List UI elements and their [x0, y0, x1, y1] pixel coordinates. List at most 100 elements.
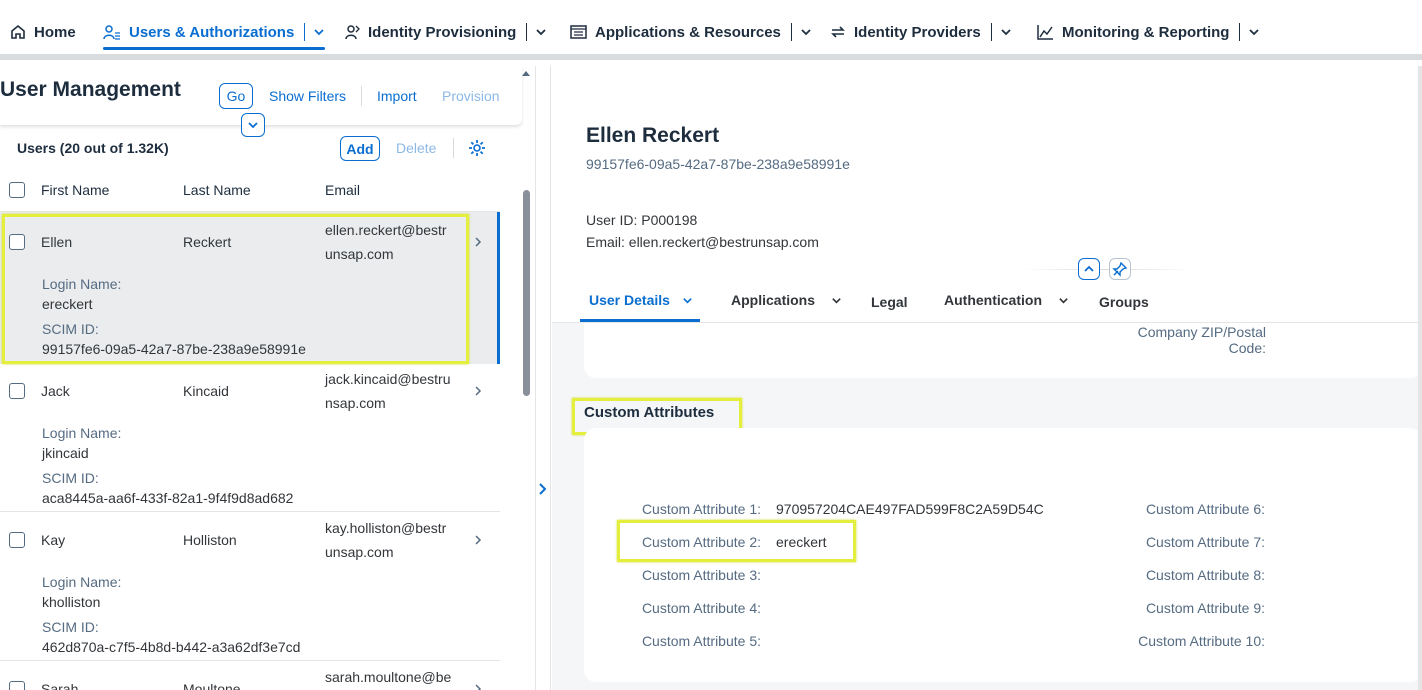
- tab-authentication[interactable]: Authentication: [944, 292, 1069, 308]
- email-line-1: jack.kincaid@bestru: [325, 371, 451, 387]
- nav-separator: [526, 23, 528, 41]
- nav-separator: [1239, 23, 1241, 41]
- custom-attribute-9-label: Custom Attribute 9:: [1145, 600, 1265, 616]
- login-name-value: jkincaid: [42, 445, 89, 461]
- column-header-first-name[interactable]: First Name: [41, 182, 109, 198]
- nav-providers-label: Identity Providers: [854, 23, 981, 41]
- chevron-right-icon[interactable]: [474, 533, 482, 551]
- login-name-value: kholliston: [42, 594, 101, 610]
- import-button[interactable]: Import: [377, 88, 417, 104]
- application-icon: [570, 24, 587, 40]
- zip-label-line-2: Code:: [1228, 340, 1266, 356]
- sync-icon: [830, 24, 846, 40]
- select-all-checkbox[interactable]: [9, 182, 25, 198]
- nav-home[interactable]: Home: [10, 14, 76, 50]
- user-name-heading: Ellen Reckert: [586, 124, 720, 147]
- first-name-cell: Sarah: [41, 681, 79, 690]
- column-header-last-name[interactable]: Last Name: [183, 182, 251, 198]
- provision-button[interactable]: Provision: [442, 88, 500, 104]
- chevron-down-icon: [1059, 297, 1068, 304]
- email-line-1: kay.holliston@bestr: [325, 520, 447, 536]
- nav-users-label: Users & Authorizations: [129, 23, 295, 41]
- nav-separator: [304, 23, 306, 41]
- top-navigation-bar: Home Users & Authorizations Identity Pro…: [0, 0, 1422, 60]
- column-header-email[interactable]: Email: [325, 182, 360, 198]
- nav-provisioning-label: Identity Provisioning: [368, 23, 517, 41]
- row-checkbox[interactable]: [9, 532, 25, 548]
- custom-attribute-7-label: Custom Attribute 7:: [1145, 534, 1265, 550]
- user-list-icon: [103, 24, 121, 40]
- tab-label: Authentication: [944, 292, 1042, 308]
- show-filters-button[interactable]: Show Filters: [269, 88, 346, 104]
- login-name-label: Login Name:: [42, 425, 122, 441]
- chevron-down-icon[interactable]: [313, 26, 325, 38]
- first-name-cell: Jack: [41, 383, 70, 399]
- email-cell: jack.kincaid@bestru nsap.com: [325, 367, 451, 415]
- zip-label-line-1: Company ZIP/Postal: [1137, 324, 1266, 340]
- nav-identity-provisioning[interactable]: Identity Provisioning: [344, 14, 547, 50]
- chevron-down-icon: [248, 122, 258, 129]
- highlight-annotation: [2, 214, 469, 364]
- add-user-button[interactable]: Add: [340, 136, 380, 161]
- window-edge-scrollbar: [1418, 66, 1422, 690]
- settings-gear-icon[interactable]: [468, 139, 486, 162]
- user-details-pane: Ellen Reckert 99157fe6-09a5-42a7-87be-23…: [552, 66, 1422, 690]
- tab-label: User Details: [589, 292, 670, 308]
- divider: [0, 660, 500, 661]
- detail-tabs: User Details Applications Legal Authenti…: [552, 272, 1422, 323]
- scim-id-label: SCIM ID:: [42, 470, 99, 486]
- last-name-cell: Moultone: [183, 681, 241, 690]
- go-button[interactable]: Go: [219, 83, 253, 109]
- chevron-down-icon[interactable]: [800, 26, 812, 38]
- tab-user-details[interactable]: User Details: [589, 292, 693, 308]
- tab-groups[interactable]: Groups: [1099, 294, 1149, 310]
- email-line-2: unsap.com: [325, 544, 394, 560]
- users-table-title: Users (20 out of 1.32K): [17, 140, 169, 156]
- toolbar-separator: [361, 86, 362, 106]
- divider: [0, 511, 500, 512]
- chevron-right-icon[interactable]: [474, 682, 482, 690]
- scroll-up-arrow-icon: [522, 71, 530, 76]
- login-name-block: Login Name: jkincaid SCIM ID: aca8445a-a…: [42, 423, 293, 508]
- nav-monitoring-reporting[interactable]: Monitoring & Reporting: [1037, 14, 1260, 50]
- chevron-right-icon[interactable]: [474, 235, 482, 253]
- custom-attribute-6-label: Custom Attribute 6:: [1145, 501, 1265, 517]
- nav-home-label: Home: [34, 23, 76, 41]
- user-email-text: Email: ellen.reckert@bestrunsap.com: [586, 234, 819, 250]
- company-info-card: [584, 323, 1422, 378]
- nav-separator: [790, 23, 792, 41]
- row-checkbox[interactable]: [9, 681, 25, 690]
- custom-attribute-10-label: Custom Attribute 10:: [1138, 633, 1265, 649]
- chevron-down-icon[interactable]: [1000, 26, 1012, 38]
- chevron-right-icon[interactable]: [474, 384, 482, 402]
- nav-users-authorizations[interactable]: Users & Authorizations: [103, 14, 326, 50]
- row-checkbox[interactable]: [9, 383, 25, 399]
- email-cell: sarah.moultone@be: [325, 665, 451, 689]
- chart-icon: [1037, 24, 1054, 40]
- tab-applications[interactable]: Applications: [731, 292, 842, 308]
- scim-id-value: aca8445a-aa6f-433f-82a1-9f4f9d8ad682: [42, 490, 294, 506]
- custom-attribute-3-label: Custom Attribute 3:: [641, 567, 761, 583]
- delete-user-button[interactable]: Delete: [396, 140, 436, 156]
- home-icon: [10, 24, 26, 40]
- custom-attribute-1-value: 970957204CAE497FAD599F8C2A59D54C: [776, 501, 1044, 517]
- nav-applications-resources[interactable]: Applications & Resources: [570, 14, 812, 50]
- user-list-pane: User Management Go Show Filters Import P…: [0, 66, 535, 690]
- pane-splitter[interactable]: [535, 66, 551, 690]
- custom-attribute-8-label: Custom Attribute 8:: [1145, 567, 1265, 583]
- scrollbar-thumb[interactable]: [523, 190, 530, 396]
- expand-header-button[interactable]: [241, 113, 265, 137]
- chevron-down-icon[interactable]: [1248, 26, 1260, 38]
- tab-label: Groups: [1099, 294, 1149, 310]
- provisioning-icon: [344, 24, 360, 40]
- scim-id-label: SCIM ID:: [42, 619, 99, 635]
- login-name-block: Login Name: kholliston SCIM ID: 462d870a…: [42, 572, 300, 657]
- tab-legal[interactable]: Legal: [871, 294, 908, 310]
- last-name-cell: Holliston: [183, 532, 237, 548]
- chevron-down-icon[interactable]: [535, 26, 547, 38]
- email-cell: kay.holliston@bestr unsap.com: [325, 516, 446, 564]
- active-tab-indicator: [580, 319, 700, 322]
- company-zip-label: Company ZIP/Postal Code:: [1116, 324, 1266, 356]
- nav-identity-providers[interactable]: Identity Providers: [830, 14, 1012, 50]
- first-name-cell: Kay: [41, 532, 66, 548]
